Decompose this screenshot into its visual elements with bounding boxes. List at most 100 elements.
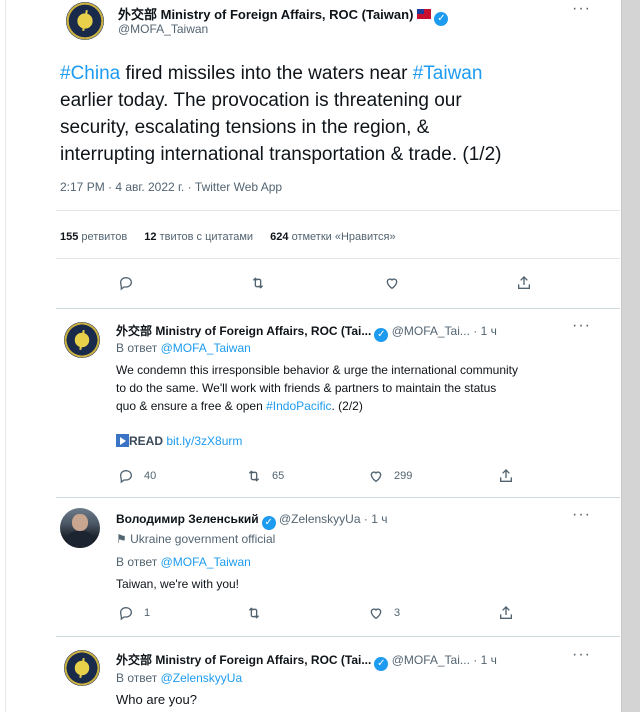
reply2-text: Taiwan, we're with you! xyxy=(116,577,240,591)
main-tweet-line3: security, escalating tensions in the reg… xyxy=(60,117,430,138)
more-options-button[interactable]: ··· xyxy=(572,0,591,18)
more-options-button[interactable]: ··· xyxy=(572,646,591,664)
divider xyxy=(56,258,620,259)
text-segment: quo & ensure a free & open xyxy=(116,399,267,413)
share-button[interactable] xyxy=(498,468,514,484)
main-tweet-line1: #China fired missiles into the waters ne… xyxy=(60,62,482,85)
government-label-text: Ukraine government official xyxy=(130,532,276,546)
reply3-author-name[interactable]: 外交部 Ministry of Foreign Affairs, ROC (Ta… xyxy=(116,653,371,667)
share-icon xyxy=(518,276,530,289)
retweet-button[interactable]: 65 xyxy=(246,468,284,484)
share-icon xyxy=(500,606,512,619)
reply-prefix: В ответ xyxy=(116,671,158,685)
left-edge xyxy=(0,0,6,712)
reply-button[interactable]: 1 xyxy=(118,605,150,621)
reply2-author-name[interactable]: Володимир Зеленський xyxy=(116,512,259,526)
retweets-count: 155 xyxy=(60,231,79,243)
reply-button[interactable] xyxy=(118,275,134,291)
retweet-icon xyxy=(252,277,264,289)
reply2-author-row: Володимир Зеленський ✓ @ZelenskyyUa · 1 ч xyxy=(116,512,387,530)
retweets-label: ретвитов xyxy=(81,231,128,243)
reply2-replying-to: В ответ @MOFA_Taiwan xyxy=(116,555,251,569)
verified-icon: ✓ xyxy=(374,328,389,342)
reply3-replying-to: В ответ @ZelenskyyUa xyxy=(116,671,242,685)
retweet-count: 65 xyxy=(272,470,285,482)
read-link[interactable]: bit.ly/3zX8urm xyxy=(166,434,242,448)
more-options-button[interactable]: ··· xyxy=(572,506,591,524)
reply1-line1: We condemn this irresponsible behavior &… xyxy=(116,363,518,377)
reply1-author-name[interactable]: 外交部 Ministry of Foreign Affairs, ROC (Ta… xyxy=(116,324,371,338)
like-count: 299 xyxy=(394,470,413,482)
reply-to-link[interactable]: @ZelenskyyUa xyxy=(161,671,243,685)
main-tweet-line2: earlier today. The provocation is threat… xyxy=(60,90,462,111)
divider xyxy=(56,636,620,637)
share-icon xyxy=(500,469,512,482)
reply-to-link[interactable]: @MOFA_Taiwan xyxy=(161,341,251,355)
reply-icon xyxy=(119,276,133,291)
mofa-avatar[interactable] xyxy=(66,2,104,40)
likes-label: отметки «Нравится» xyxy=(291,231,396,243)
like-button[interactable]: 299 xyxy=(368,468,412,484)
divider xyxy=(56,210,620,211)
reply1-read-row: READ bit.ly/3zX8urm xyxy=(116,434,242,448)
retweet-button[interactable] xyxy=(250,275,266,291)
reply3-handle-time[interactable]: @MOFA_Tai... · 1 ч xyxy=(392,653,497,667)
read-label: READ xyxy=(129,434,164,448)
quotes-count: 12 xyxy=(144,231,157,243)
text-segment: . (2/2) xyxy=(331,399,363,413)
verified-icon: ✓ xyxy=(374,657,389,671)
like-button[interactable]: 3 xyxy=(368,605,400,621)
reply-icon xyxy=(119,469,133,484)
verified-icon: ✓ xyxy=(434,12,449,26)
mofa-avatar[interactable] xyxy=(64,650,100,686)
hashtag-indopacific-link[interactable]: #IndoPacific xyxy=(266,399,331,413)
quotes-stat[interactable]: 12 твитов с цитатами xyxy=(144,231,253,243)
share-button[interactable] xyxy=(516,275,532,291)
government-label: ⚑ Ukraine government official xyxy=(116,532,275,546)
reply-prefix: В ответ xyxy=(116,555,158,569)
reply-count: 40 xyxy=(144,470,157,482)
zelensky-avatar[interactable] xyxy=(60,508,100,548)
retweets-stat[interactable]: 155 ретвитов xyxy=(60,231,127,243)
taiwan-flag-icon xyxy=(417,9,432,19)
reply-prefix: В ответ xyxy=(116,341,158,355)
reply3-author-row: 外交部 Ministry of Foreign Affairs, ROC (Ta… xyxy=(116,651,497,671)
more-options-button[interactable]: ··· xyxy=(572,317,591,335)
hashtag-china-link[interactable]: #China xyxy=(60,63,120,84)
tweet-timestamp[interactable]: 2:17 PM · 4 авг. 2022 г. · Twitter Web A… xyxy=(60,180,282,194)
heart-icon xyxy=(386,278,398,290)
divider xyxy=(56,308,620,309)
verified-icon: ✓ xyxy=(261,516,276,530)
main-tweet-line4: interrupting international transportatio… xyxy=(60,144,502,165)
reply-button[interactable]: 40 xyxy=(118,468,156,484)
reply-to-link[interactable]: @MOFA_Taiwan xyxy=(161,555,251,569)
divider xyxy=(56,497,620,498)
reply-count: 1 xyxy=(144,607,151,619)
flag-icon: ⚑ xyxy=(116,532,127,546)
quotes-label: твитов с цитатами xyxy=(159,231,254,243)
reply2-handle-time[interactable]: @ZelenskyyUa · 1 ч xyxy=(279,512,387,526)
tweet-thread-screenshot: 外交部 Ministry of Foreign Affairs, ROC (Ta… xyxy=(0,0,640,712)
reply1-replying-to: В ответ @MOFA_Taiwan xyxy=(116,341,251,355)
reply1-author-row: 外交部 Ministry of Foreign Affairs, ROC (Ta… xyxy=(116,322,497,342)
hashtag-taiwan-link[interactable]: #Taiwan xyxy=(413,63,483,84)
reply-icon xyxy=(119,606,133,621)
right-scroll-gutter xyxy=(622,0,640,712)
reply1-line2: to do the same. We'll work with friends … xyxy=(116,381,497,395)
mofa-avatar[interactable] xyxy=(64,322,100,358)
stats-row: 155 ретвитов 12 твитов с цитатами 624 от… xyxy=(60,231,396,243)
reply1-line3: quo & ensure a free & open #IndoPacific.… xyxy=(116,398,363,415)
likes-stat[interactable]: 624 отметки «Нравится» xyxy=(270,231,395,243)
retweet-button[interactable] xyxy=(246,605,262,621)
retweet-icon xyxy=(248,470,260,482)
likes-count: 624 xyxy=(270,231,289,243)
share-button[interactable] xyxy=(498,605,514,621)
main-handle[interactable]: @MOFA_Taiwan xyxy=(118,22,208,36)
heart-icon xyxy=(370,608,382,620)
like-count: 3 xyxy=(394,607,401,619)
reply1-handle-time[interactable]: @MOFA_Tai... · 1 ч xyxy=(392,324,497,338)
heart-icon xyxy=(370,471,382,483)
retweet-icon xyxy=(248,607,260,619)
main-author-name[interactable]: 外交部 Ministry of Foreign Affairs, ROC (Ta… xyxy=(118,7,413,22)
like-button[interactable] xyxy=(384,275,400,291)
